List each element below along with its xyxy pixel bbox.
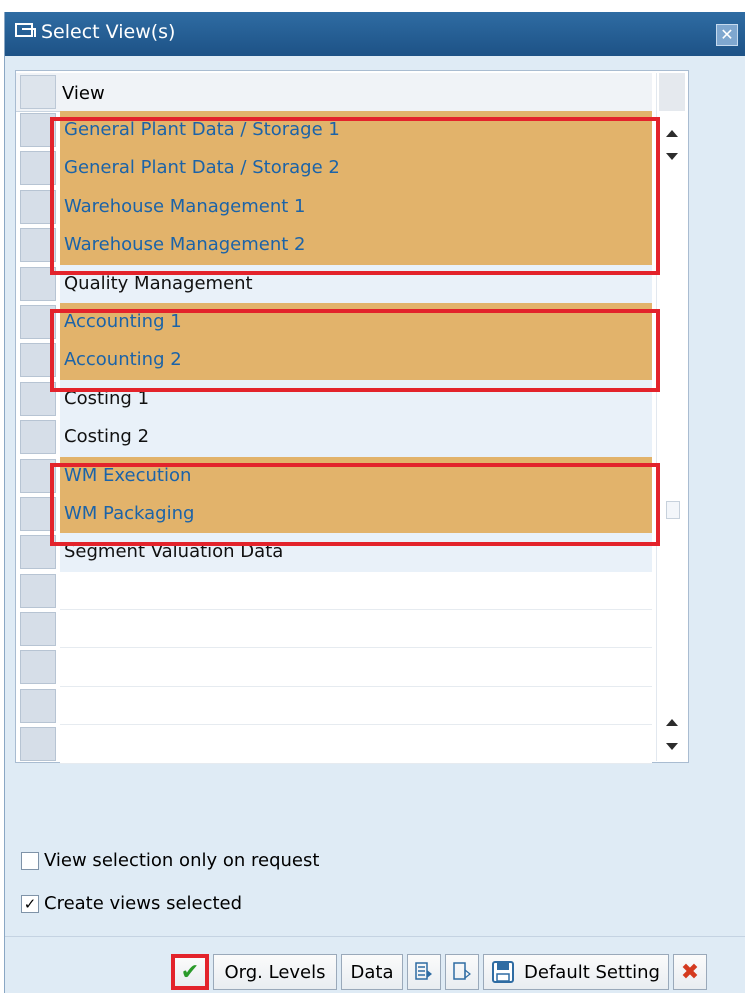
row-selector[interactable] [20,688,56,723]
row-selector[interactable] [20,304,56,339]
table-row[interactable]: General Plant Data / Storage 1 [16,111,652,150]
table-row[interactable]: Warehouse Management 1 [16,187,652,227]
select-all-icon [415,962,432,980]
table-row[interactable]: Costing 1 [16,379,652,419]
table-rows: General Plant Data / Storage 1 General Pl… [16,111,652,764]
row-label[interactable] [60,571,652,611]
row-selector[interactable] [20,381,56,416]
row-selector[interactable] [20,458,56,493]
table-row[interactable] [16,686,652,726]
table-row[interactable]: Warehouse Management 2 [16,226,652,265]
table-row[interactable]: Segment Valuation Data [16,533,652,572]
table-row[interactable]: Quality Management [16,264,652,303]
row-label[interactable]: General Plant Data / Storage 1 [60,111,652,150]
row-label[interactable]: WM Packaging [60,494,652,534]
select-all-button[interactable] [407,954,441,990]
row-selector[interactable] [20,113,56,147]
title-bar: Select View(s) ✕ [5,12,745,56]
table-row[interactable]: Accounting 2 [16,341,652,380]
row-selector[interactable] [20,535,56,570]
row-selector[interactable] [20,151,56,186]
scrollbar-thumb[interactable] [666,501,680,519]
default-setting-label: Default Setting [524,961,660,983]
table-row[interactable] [16,725,652,764]
row-label[interactable]: Warehouse Management 2 [60,226,652,265]
row-selector[interactable] [20,343,56,378]
row-label[interactable]: Quality Management [60,264,652,303]
row-label[interactable]: Costing 2 [60,418,652,457]
deselect-all-icon [453,962,471,980]
default-setting-button[interactable]: Default Setting [483,954,669,990]
row-label[interactable] [60,610,652,649]
table-row[interactable]: WM Execution [16,456,652,495]
row-selector[interactable] [20,727,56,762]
scroll-up-arrow-icon[interactable] [666,130,678,137]
dialog-window-icon [15,23,36,37]
views-table: View General Plant Data / Storage 1 Gener… [15,70,689,764]
scroll-down-arrow-icon[interactable] [666,743,678,750]
row-selector[interactable] [20,189,56,224]
row-label[interactable]: Accounting 1 [60,302,652,342]
row-selector[interactable] [20,420,56,455]
scrollbar-header [659,73,685,111]
row-label[interactable]: WM Execution [60,456,652,495]
dialog-title: Select View(s) [41,21,176,43]
row-selector[interactable] [20,573,56,608]
scroll-down-arrow-icon[interactable] [666,153,678,160]
row-label[interactable] [60,725,652,764]
row-label[interactable]: General Plant Data / Storage 2 [60,149,652,188]
select-all-cell[interactable] [20,75,56,109]
org-levels-button[interactable]: Org. Levels [213,954,337,990]
scroll-up-arrow-icon[interactable] [666,719,678,726]
row-label[interactable]: Segment Valuation Data [60,533,652,572]
data-button[interactable]: Data [341,954,403,990]
table-row[interactable]: WM Packaging [16,494,652,534]
table-row[interactable]: General Plant Data / Storage 2 [16,149,652,188]
option-view-selection-only-on-request[interactable]: View selection only on request [21,850,319,871]
save-icon [492,961,515,983]
label-view-selection-only-on-request: View selection only on request [44,850,320,871]
label-create-views-selected: Create views selected [44,893,243,914]
select-views-dialog: Select View(s) ✕ View General Plant Data… [4,12,745,993]
table-row[interactable] [16,571,652,611]
table-row[interactable]: Costing 2 [16,418,652,457]
row-selector[interactable] [20,650,56,685]
vertical-scrollbar[interactable] [656,73,687,761]
button-bar: ✔ Org. Levels Data Default Setting ✖ [171,954,707,992]
row-selector[interactable] [20,266,56,301]
row-selector[interactable] [20,228,56,263]
column-header-view: View [62,83,105,104]
table-row[interactable] [16,610,652,649]
row-selector[interactable] [20,496,56,531]
divider [5,936,745,937]
continue-button[interactable]: ✔ [171,954,209,990]
row-label[interactable]: Costing 1 [60,379,652,419]
close-button[interactable]: ✕ [716,24,738,46]
checkbox-view-selection-only-on-request[interactable] [21,851,39,870]
row-label[interactable] [60,686,652,726]
cancel-button[interactable]: ✖ [673,954,707,990]
table-row[interactable]: Accounting 1 [16,302,652,342]
option-create-views-selected[interactable]: ✓ Create views selected [21,893,242,914]
background-strip [0,0,745,12]
row-label[interactable]: Warehouse Management 1 [60,187,652,227]
deselect-all-button[interactable] [445,954,479,990]
checkbox-create-views-selected[interactable]: ✓ [21,894,39,913]
table-row[interactable] [16,648,652,687]
table-header: View [16,73,652,112]
row-selector[interactable] [20,612,56,647]
row-label[interactable]: Accounting 2 [60,341,652,380]
row-label[interactable] [60,648,652,687]
